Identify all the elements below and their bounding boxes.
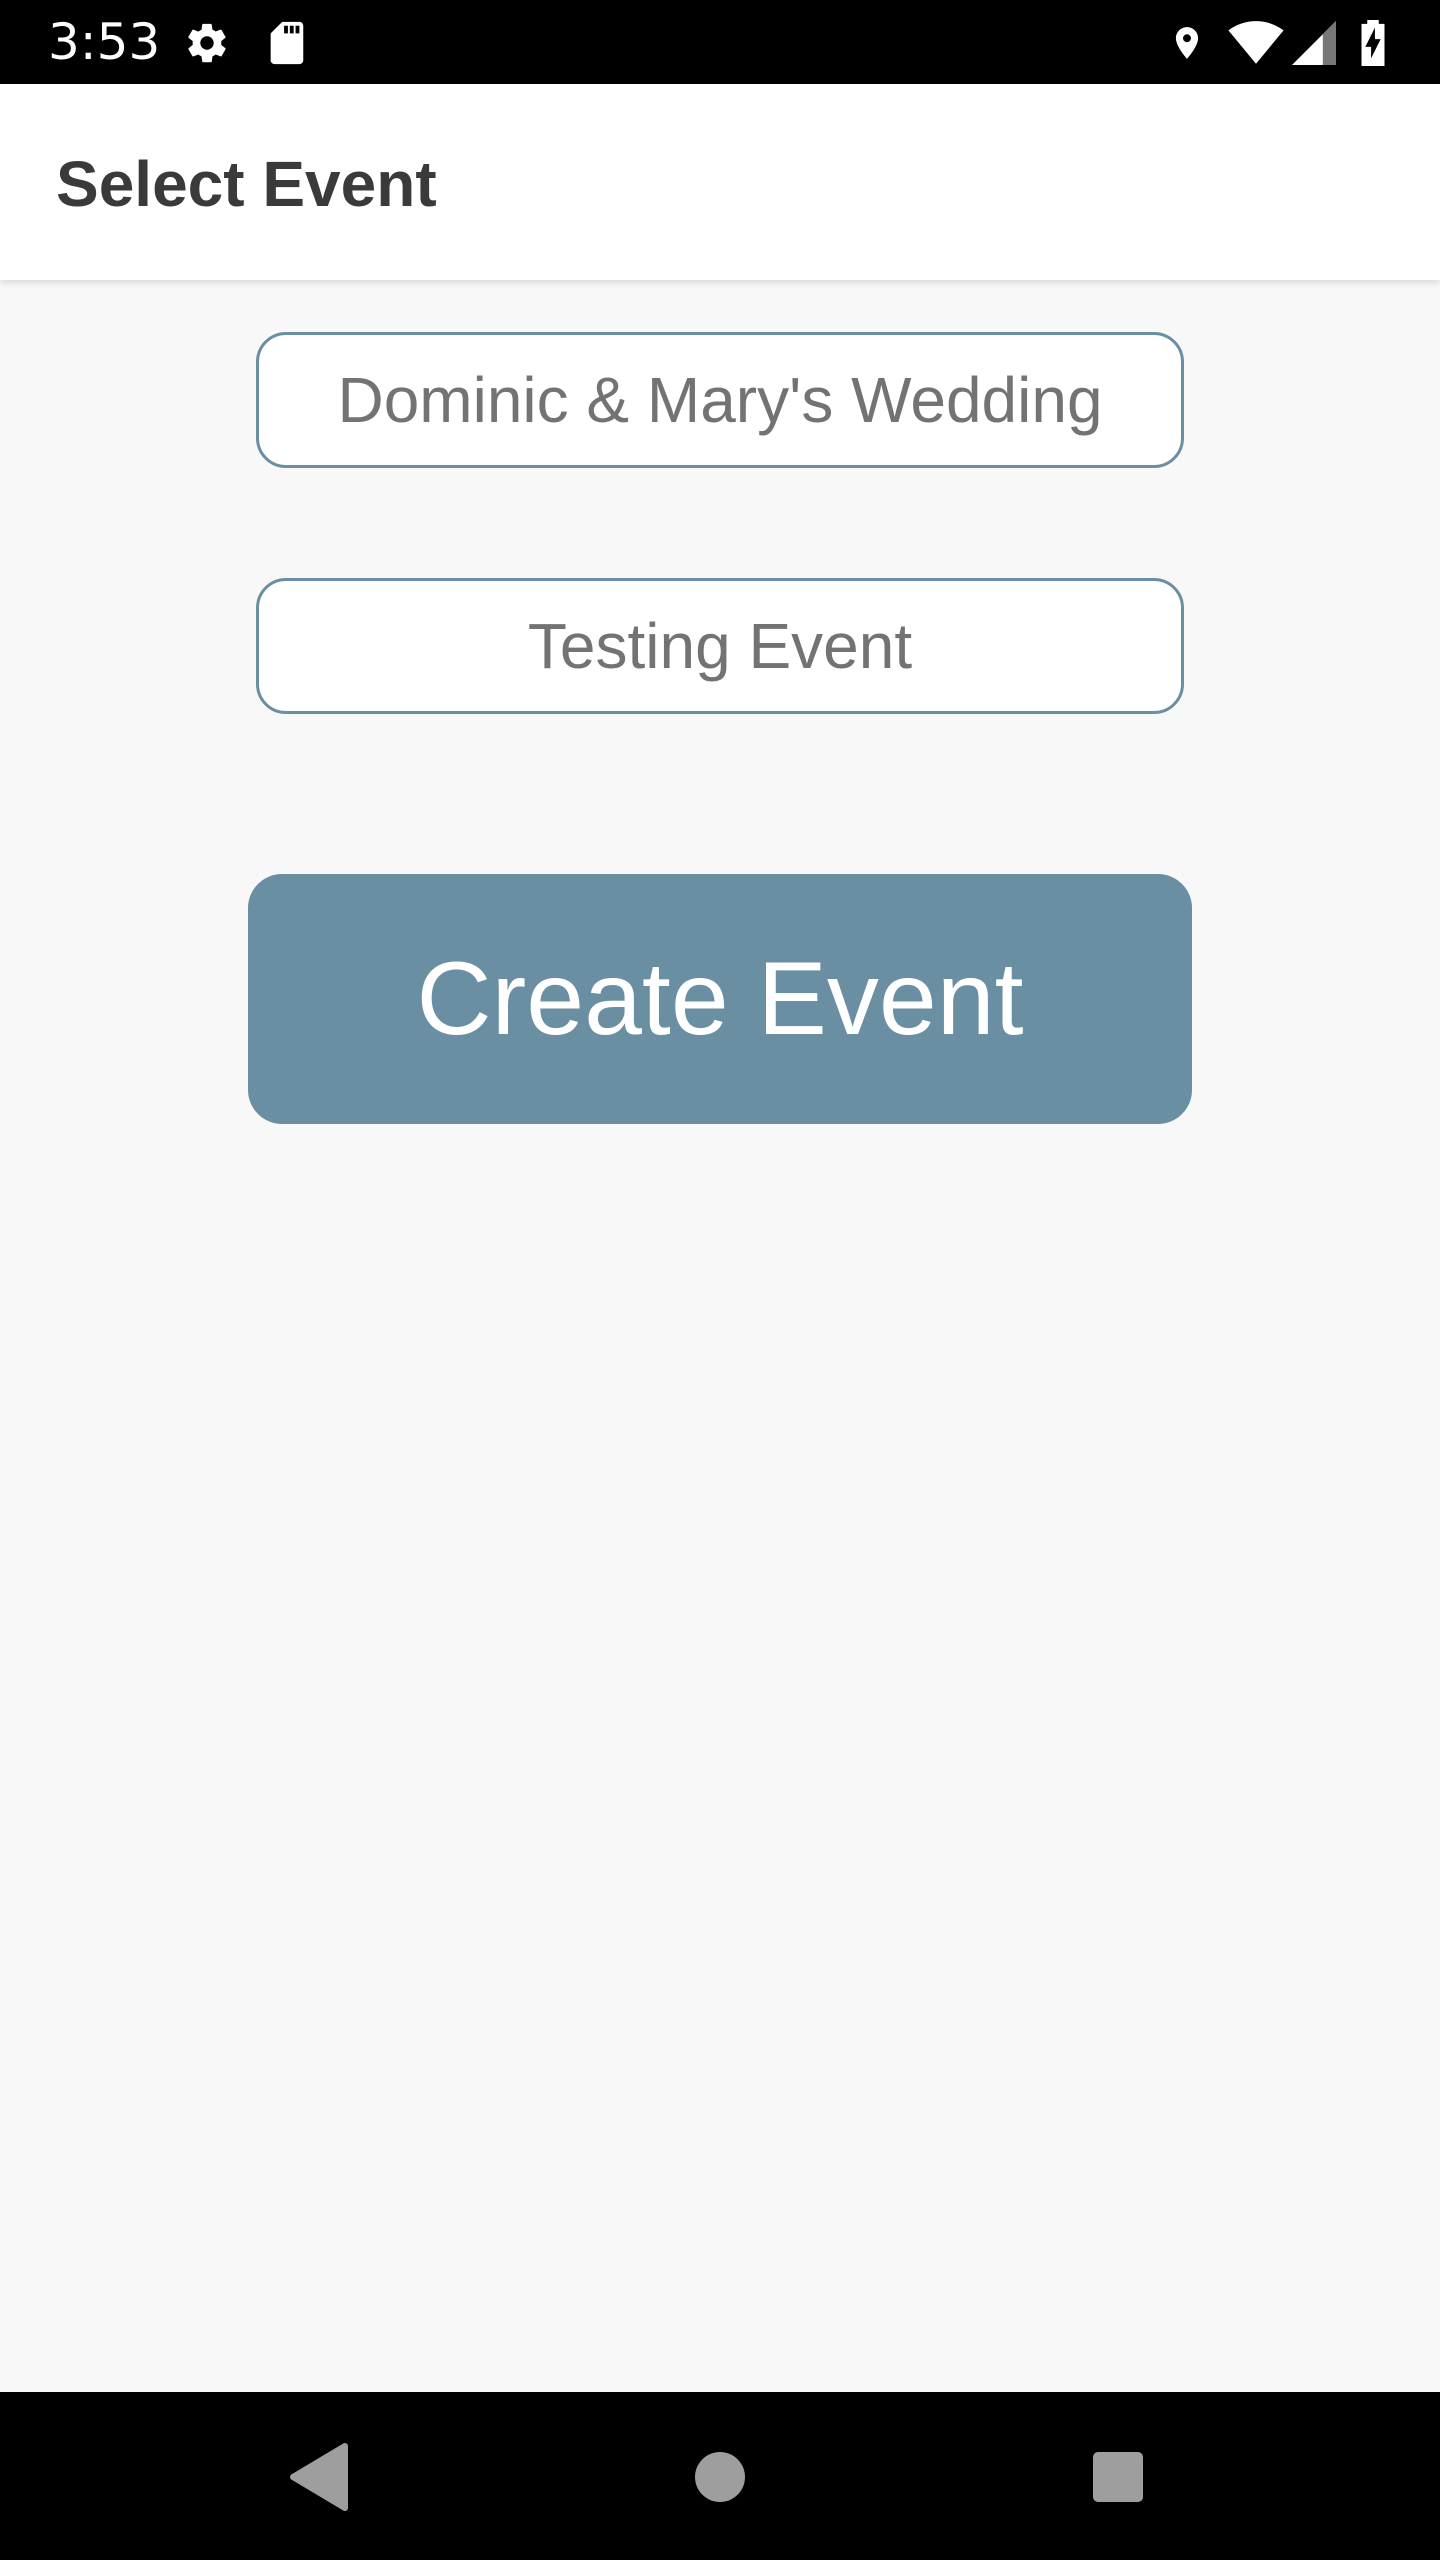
event-button-label: Dominic & Mary's Wedding bbox=[337, 364, 1103, 436]
back-icon[interactable] bbox=[275, 2432, 365, 2522]
create-event-button[interactable]: Create Event bbox=[248, 874, 1192, 1124]
cell-signal-icon bbox=[1292, 21, 1336, 65]
sd-card-icon bbox=[270, 21, 304, 65]
settings-icon bbox=[188, 23, 226, 63]
page-title: Select Event bbox=[56, 148, 437, 220]
recents-icon[interactable] bbox=[1073, 2432, 1163, 2522]
home-icon[interactable] bbox=[675, 2432, 765, 2522]
status-bar: 3:53 bbox=[0, 0, 1440, 84]
wifi-icon bbox=[1228, 21, 1284, 64]
create-event-label: Create Event bbox=[416, 940, 1024, 1057]
status-time: 3:53 bbox=[48, 13, 161, 71]
event-button-dominic-mary-wedding[interactable]: Dominic & Mary's Wedding bbox=[256, 332, 1184, 468]
nav-bar bbox=[0, 2392, 1440, 2560]
battery-charging-icon bbox=[1361, 20, 1385, 66]
app-bar: Select Event bbox=[0, 84, 1440, 280]
event-button-testing-event[interactable]: Testing Event bbox=[256, 578, 1184, 714]
event-button-label: Testing Event bbox=[527, 610, 913, 682]
location-icon bbox=[1175, 27, 1199, 59]
